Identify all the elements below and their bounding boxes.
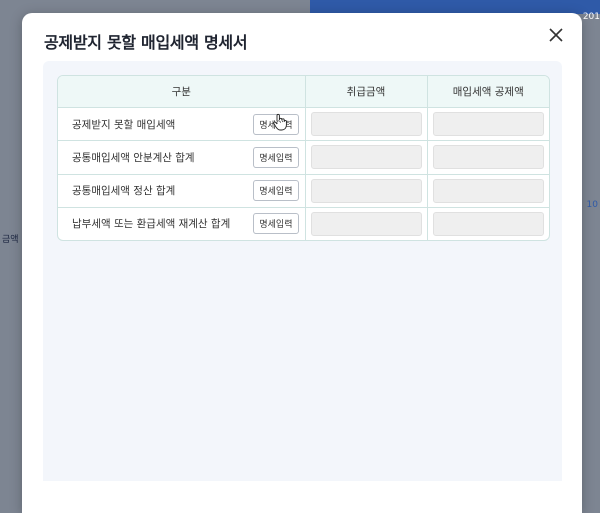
deduction-table: 구분 취급금액 매입세액 공제액 공제받지 못할 매입세액 명세입력 공통매입세…	[57, 75, 550, 241]
table-row: 납부세액 또는 환급세액 재계산 합계 명세입력	[58, 207, 549, 240]
header-deduction: 매입세액 공제액	[427, 76, 549, 108]
background-text-top-right: 201	[582, 12, 600, 22]
header-category: 구분	[58, 76, 306, 108]
table-header-row: 구분 취급금액 매입세액 공제액	[58, 76, 549, 108]
background-header-strip	[310, 0, 600, 14]
content-area: 구분 취급금액 매입세액 공제액 공제받지 못할 매입세액 명세입력 공통매입세…	[43, 61, 562, 481]
deduction-field[interactable]	[432, 112, 544, 137]
deduction-field[interactable]	[432, 145, 544, 170]
detail-input-button[interactable]: 명세입력	[253, 213, 299, 235]
modal-title: 공제받지 못할 매입세액 명세서	[44, 33, 248, 52]
row-label: 납부세액 또는 환급세액 재계산 합계	[72, 218, 231, 231]
amount-field[interactable]	[310, 211, 422, 236]
row-label: 공제받지 못할 매입세액	[72, 118, 176, 131]
detail-input-button[interactable]: 명세입력	[253, 113, 299, 135]
detail-input-button[interactable]: 명세입력	[253, 146, 299, 168]
deduction-field[interactable]	[432, 211, 544, 236]
deduction-field[interactable]	[432, 178, 544, 203]
row-label: 공통매입세액 정산 합계	[72, 185, 176, 198]
background-text-right: 10	[586, 200, 598, 210]
header-amount: 취급금액	[305, 76, 428, 108]
detail-input-button[interactable]: 명세입력	[253, 180, 299, 202]
background-text-left: 금액	[2, 235, 19, 245]
table-row: 공통매입세액 정산 합계 명세입력	[58, 174, 549, 208]
close-icon	[549, 28, 563, 42]
row-label: 공통매입세액 안분계산 합계	[72, 151, 195, 164]
amount-field[interactable]	[310, 145, 422, 170]
table-row: 공통매입세액 안분계산 합계 명세입력	[58, 140, 549, 175]
amount-field[interactable]	[310, 178, 422, 203]
amount-field[interactable]	[310, 112, 422, 137]
close-button[interactable]	[544, 23, 568, 47]
deduction-statement-modal: 공제받지 못할 매입세액 명세서 구분 취급금액 매입세액 공제액 공제받지 못…	[22, 13, 582, 513]
table-row: 공제받지 못할 매입세액 명세입력	[58, 107, 549, 142]
